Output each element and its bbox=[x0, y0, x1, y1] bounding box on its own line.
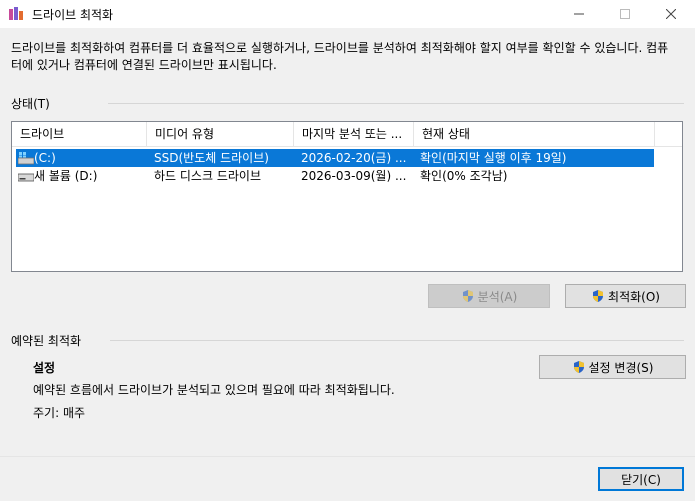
close-icon bbox=[666, 9, 676, 19]
windows-drive-icon bbox=[18, 152, 34, 165]
minimize-icon bbox=[574, 13, 584, 15]
drive-row-d[interactable]: 새 볼륨 (D:) 하드 디스크 드라이브 2026-03-09(월) ... … bbox=[16, 167, 654, 185]
drive-list[interactable]: 드라이브 미디어 유형 마지막 분석 또는 ... 현재 상태 (C:) SSD… bbox=[11, 121, 683, 272]
uac-shield-icon bbox=[593, 290, 604, 302]
analyze-button[interactable]: 분석(A) bbox=[428, 284, 550, 308]
drive-list-header: 드라이브 미디어 유형 마지막 분석 또는 ... 현재 상태 bbox=[12, 122, 682, 147]
optimize-button-label: 최적화(O) bbox=[608, 289, 660, 304]
drive-row-c[interactable]: (C:) SSD(반도체 드라이브) 2026-02-20(금) ... 확인(… bbox=[16, 149, 654, 167]
settings-frequency: 주기: 매주 bbox=[33, 406, 86, 420]
footer-bar bbox=[0, 456, 695, 501]
window-title: 드라이브 최적화 bbox=[32, 8, 114, 22]
uac-shield-icon bbox=[462, 290, 473, 302]
column-header-last-run[interactable]: 마지막 분석 또는 ... bbox=[294, 122, 414, 146]
minimize-button[interactable] bbox=[556, 0, 602, 28]
analyze-button-label: 분석(A) bbox=[477, 289, 518, 304]
media-type: 하드 디스크 드라이브 bbox=[154, 169, 261, 183]
column-header-drive[interactable]: 드라이브 bbox=[12, 122, 147, 146]
scheduled-section-label: 예약된 최적화 bbox=[11, 334, 82, 348]
hard-drive-icon bbox=[18, 173, 34, 182]
close-window-button[interactable] bbox=[648, 0, 694, 28]
change-settings-label: 설정 변경(S) bbox=[588, 360, 654, 375]
maximize-icon bbox=[620, 9, 630, 19]
uac-shield-icon bbox=[573, 361, 584, 373]
close-button[interactable]: 닫기(C) bbox=[598, 467, 684, 491]
column-header-media-type[interactable]: 미디어 유형 bbox=[147, 122, 294, 146]
column-header-current-status[interactable]: 현재 상태 bbox=[414, 122, 655, 146]
maximize-button bbox=[602, 0, 648, 28]
current-status: 확인(마지막 실행 이후 19일) bbox=[420, 151, 567, 165]
current-status: 확인(0% 조각남) bbox=[420, 169, 508, 183]
scheduled-divider bbox=[110, 340, 684, 341]
last-run: 2026-02-20(금) ... bbox=[301, 151, 407, 165]
title-bar: 드라이브 최적화 bbox=[0, 0, 695, 28]
drive-name: 새 볼륨 (D:) bbox=[34, 169, 98, 183]
optimize-button[interactable]: 최적화(O) bbox=[565, 284, 686, 308]
defrag-app-icon bbox=[9, 7, 23, 20]
description-text: 드라이브를 최적화하여 컴퓨터를 더 효율적으로 실행하거나, 드라이브를 분석… bbox=[11, 41, 669, 72]
drive-name: (C:) bbox=[34, 151, 56, 165]
settings-description: 예약된 흐름에서 드라이브가 분석되고 있으며 필요에 따라 최적화됩니다. bbox=[33, 383, 395, 397]
change-settings-button[interactable]: 설정 변경(S) bbox=[539, 355, 686, 379]
close-button-label: 닫기(C) bbox=[621, 472, 661, 487]
status-section-label: 상태(T) bbox=[11, 97, 50, 111]
last-run: 2026-03-09(월) ... bbox=[301, 169, 407, 183]
settings-title: 설정 bbox=[33, 361, 56, 375]
status-divider bbox=[108, 103, 684, 104]
media-type: SSD(반도체 드라이브) bbox=[154, 151, 269, 165]
